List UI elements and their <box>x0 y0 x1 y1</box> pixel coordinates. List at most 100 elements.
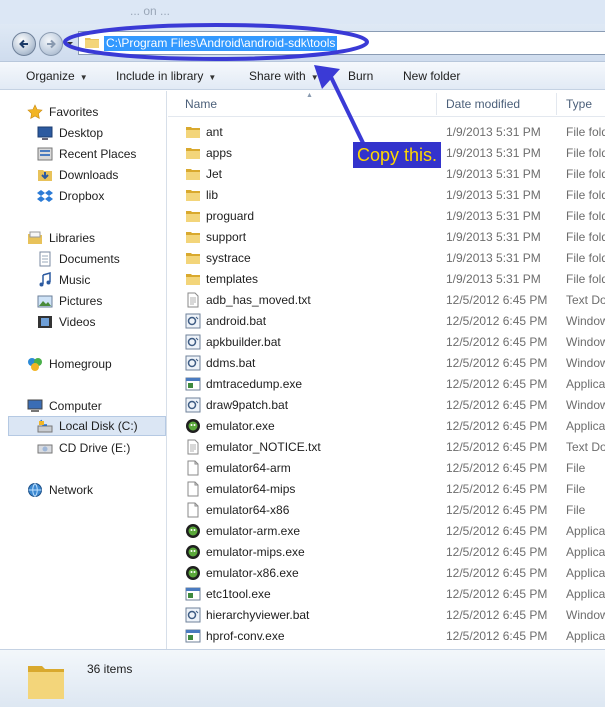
sidebar-item-network[interactable]: Network <box>27 480 93 500</box>
details-pane: 36 items <box>0 649 605 707</box>
sidebar-item-cd-drive[interactable]: CD Drive (E:) <box>37 438 130 458</box>
column-header-name[interactable]: Name <box>185 97 217 111</box>
sidebar-item-label: Libraries <box>49 231 96 245</box>
dropbox-icon <box>37 190 53 202</box>
forward-arrow-icon <box>47 39 56 49</box>
file-date-modified: 1/9/2013 5:31 PM <box>446 188 541 202</box>
sidebar-item-libraries[interactable]: Libraries <box>27 228 95 248</box>
sidebar-item-pictures[interactable]: Pictures <box>37 291 102 311</box>
file-row[interactable]: etc1tool.exe 12/5/2012 6:45 PM Application <box>168 584 605 605</box>
sidebar-item-label: CD Drive (E:) <box>59 441 131 455</box>
file-date-modified: 12/5/2012 6:45 PM <box>446 419 548 433</box>
file-row[interactable]: support 1/9/2013 5:31 PM File folder <box>168 227 605 248</box>
file-row[interactable]: emulator.exe 12/5/2012 6:45 PM Application <box>168 416 605 437</box>
share-with-menu[interactable]: Share with ▼ <box>249 69 319 83</box>
file-name: emulator-x86.exe <box>206 566 299 580</box>
address-bar[interactable]: C:\Program Files\Android\android-sdk\too… <box>78 31 605 55</box>
file-row[interactable]: adb_has_moved.txt 12/5/2012 6:45 PM Text D… <box>168 290 605 311</box>
file-row[interactable]: proguard 1/9/2013 5:31 PM File folder <box>168 206 605 227</box>
file-name: apps <box>206 146 233 160</box>
sidebar-item-favorites[interactable]: Favorites <box>27 102 98 122</box>
file-date-modified: 12/5/2012 6:45 PM <box>446 461 548 475</box>
file-row[interactable]: apkbuilder.bat 12/5/2012 6:45 PM Windows B… <box>168 332 605 353</box>
column-divider[interactable] <box>436 93 437 115</box>
file-type: Text Document <box>566 293 605 307</box>
application-icon <box>185 587 201 601</box>
sidebar-item-computer[interactable]: Computer <box>27 396 102 416</box>
back-arrow-icon <box>19 39 28 49</box>
column-divider[interactable] <box>556 93 557 115</box>
forward-button[interactable] <box>39 32 63 56</box>
emulator-icon <box>186 524 200 538</box>
file-name: etc1tool.exe <box>206 587 271 601</box>
file-type: File folder <box>566 146 605 160</box>
file-type: File <box>566 482 586 496</box>
documents-icon <box>39 251 51 267</box>
file-row[interactable]: emulator64-arm 12/5/2012 6:45 PM File <box>168 458 605 479</box>
sidebar-item-label: Documents <box>59 252 120 266</box>
file-row[interactable]: emulator-x86.exe 12/5/2012 6:45 PM Applica… <box>168 563 605 584</box>
file-type: File folder <box>566 230 605 244</box>
file-name: emulator64-x86 <box>206 503 290 517</box>
column-header-date-modified[interactable]: Date modified <box>446 97 520 111</box>
sidebar-item-videos[interactable]: Videos <box>37 312 95 332</box>
file-name: adb_has_moved.txt <box>206 293 311 307</box>
pictures-icon <box>37 295 53 308</box>
file-list-pane: ▲ Name Date modified Type ant 1/9/2013 5:… <box>168 91 605 649</box>
file-row[interactable]: draw9patch.bat 12/5/2012 6:45 PM Windows B… <box>168 395 605 416</box>
organize-menu[interactable]: Organize ▼ <box>26 69 88 83</box>
sidebar-item-documents[interactable]: Documents <box>37 249 120 269</box>
column-header-type[interactable]: Type <box>566 97 592 111</box>
cd-drive-icon <box>37 444 53 454</box>
sidebar-item-dropbox[interactable]: Dropbox <box>37 186 104 206</box>
recent-pages-dropdown-icon[interactable] <box>66 40 74 48</box>
sidebar-item-desktop[interactable]: Desktop <box>37 123 103 143</box>
blank-file-icon <box>187 481 199 497</box>
sidebar-item-recent-places[interactable]: Recent Places <box>37 144 136 164</box>
chevron-down-icon: ▼ <box>79 73 88 82</box>
file-row[interactable]: systrace 1/9/2013 5:31 PM File folder <box>168 248 605 269</box>
sidebar-item-music[interactable]: Music <box>37 270 90 290</box>
file-type: Windows Batch File <box>566 608 605 622</box>
address-path-text[interactable]: C:\Program Files\Android\android-sdk\too… <box>104 36 338 51</box>
file-row[interactable]: ddms.bat 12/5/2012 6:45 PM Windows Batch F… <box>168 353 605 374</box>
file-name: templates <box>206 272 259 286</box>
file-row[interactable]: hierarchyviewer.bat 12/5/2012 6:45 PM Wind… <box>168 605 605 626</box>
include-in-library-menu[interactable]: Include in library ▼ <box>116 69 216 83</box>
file-row[interactable]: emulator64-x86 12/5/2012 6:45 PM File <box>168 500 605 521</box>
burn-label: Burn <box>348 69 374 83</box>
file-row[interactable]: emulator_NOTICE.txt 12/5/2012 6:45 PM Text… <box>168 437 605 458</box>
sidebar-item-label: Desktop <box>59 126 104 140</box>
file-row[interactable]: hprof-conv.exe 12/5/2012 6:45 PM Applicati… <box>168 626 605 647</box>
chevron-down-icon: ▼ <box>208 73 217 82</box>
sidebar-item-label: Network <box>49 483 94 497</box>
file-row[interactable]: templates 1/9/2013 5:31 PM File folder <box>168 269 605 290</box>
back-button[interactable] <box>12 32 36 56</box>
new-folder-button[interactable]: New folder <box>403 69 460 83</box>
include-in-library-label: Include in library <box>116 69 204 83</box>
file-row[interactable]: android.bat 12/5/2012 6:45 PM Windows Batc… <box>168 311 605 332</box>
file-row[interactable]: lib 1/9/2013 5:31 PM File folder <box>168 185 605 206</box>
sidebar-item-local-disk[interactable]: Local Disk (C:) <box>8 416 166 436</box>
chevron-down-icon: ▼ <box>310 73 319 82</box>
recent-places-icon <box>37 147 53 161</box>
folder-icon <box>28 666 64 699</box>
file-name: proguard <box>206 209 255 223</box>
file-row[interactable]: dmtracedump.exe 12/5/2012 6:45 PM Applicat… <box>168 374 605 395</box>
file-row[interactable]: emulator-mips.exe 12/5/2012 6:45 PM Applic… <box>168 542 605 563</box>
file-name: emulator.exe <box>206 419 275 433</box>
copy-this-annotation: Copy this. <box>353 142 442 168</box>
file-row[interactable]: emulator-arm.exe 12/5/2012 6:45 PM Applica… <box>168 521 605 542</box>
burn-button[interactable]: Burn <box>348 69 373 83</box>
file-row[interactable]: emulator64-mips 12/5/2012 6:45 PM File <box>168 479 605 500</box>
file-type: File <box>566 461 586 475</box>
sidebar-item-downloads[interactable]: Downloads <box>37 165 118 185</box>
file-row[interactable]: ant 1/9/2013 5:31 PM File folder <box>168 122 605 143</box>
file-name: hprof-conv.exe <box>206 629 285 643</box>
emulator-icon <box>186 419 200 433</box>
sidebar-item-homegroup[interactable]: Homegroup <box>27 354 112 374</box>
application-icon <box>185 377 201 391</box>
sidebar-item-label: Homegroup <box>49 357 112 371</box>
file-type: Application <box>566 524 605 538</box>
file-name: emulator-mips.exe <box>206 545 305 559</box>
